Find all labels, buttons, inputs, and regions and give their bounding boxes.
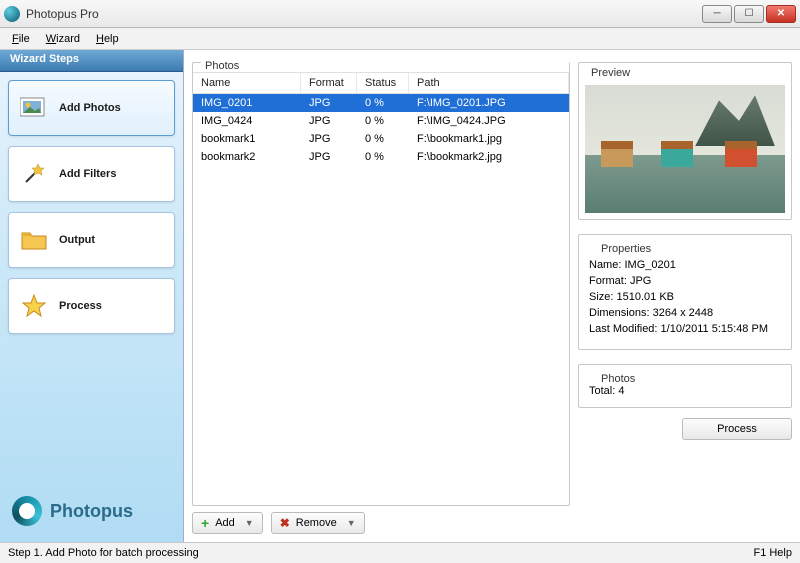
minimize-button[interactable]: ─ <box>702 5 732 23</box>
preview-image <box>585 85 785 213</box>
star-icon <box>19 291 49 321</box>
close-button[interactable]: ✕ <box>766 5 796 23</box>
photos-group: Photos Name Format Status Path IMG_0201 … <box>192 62 570 506</box>
wizard-step-label: Process <box>59 300 102 312</box>
properties-group: Properties Name: IMG_0201 Format: JPG Si… <box>578 234 792 350</box>
chevron-down-icon: ▼ <box>245 518 254 528</box>
prop-format: JPG <box>630 275 651 287</box>
menubar: File Wizard Help <box>0 28 800 50</box>
menu-wizard[interactable]: Wizard <box>40 31 86 47</box>
app-icon <box>4 6 20 22</box>
wizard-step-add-filters[interactable]: Add Filters <box>8 146 175 202</box>
titlebar: Photopus Pro ─ ☐ ✕ <box>0 0 800 28</box>
photos-count-title: Photos <box>597 373 639 385</box>
menu-help[interactable]: Help <box>90 31 125 47</box>
chevron-down-icon: ▼ <box>347 518 356 528</box>
photos-group-title: Photos <box>201 60 569 72</box>
sidebar-header: Wizard Steps <box>0 50 183 72</box>
col-status[interactable]: Status <box>357 73 409 93</box>
table-row[interactable]: IMG_0201 JPG 0 % F:\IMG_0201.JPG <box>193 94 569 112</box>
wizard-step-label: Output <box>59 234 95 246</box>
remove-label: Remove <box>296 517 337 529</box>
brand-icon <box>12 496 42 526</box>
table-row[interactable]: bookmark1 JPG 0 % F:\bookmark1.jpg <box>193 130 569 148</box>
wizard-step-label: Add Filters <box>59 168 116 180</box>
status-help: F1 Help <box>753 547 792 559</box>
process-button[interactable]: Process <box>682 418 792 440</box>
table-header: Name Format Status Path <box>193 72 569 94</box>
prop-dimensions: 3264 x 2448 <box>653 307 714 319</box>
window-title: Photopus Pro <box>26 7 702 21</box>
photos-total: 4 <box>618 385 624 397</box>
sidebar: Wizard Steps Add Photos Add Filters Outp… <box>0 50 184 542</box>
prop-modified: 1/10/2011 5:15:48 PM <box>661 323 768 335</box>
add-button[interactable]: + Add ▼ <box>192 512 263 534</box>
table-row[interactable]: IMG_0424 JPG 0 % F:\IMG_0424.JPG <box>193 112 569 130</box>
menu-file[interactable]: File <box>6 31 36 47</box>
brand: Photopus <box>0 484 183 542</box>
wand-icon <box>19 159 49 189</box>
properties-title: Properties <box>597 243 655 255</box>
col-format[interactable]: Format <box>301 73 357 93</box>
wizard-step-process[interactable]: Process <box>8 278 175 334</box>
prop-name: IMG_0201 <box>624 259 675 271</box>
statusbar: Step 1. Add Photo for batch processing F… <box>0 542 800 563</box>
preview-title: Preview <box>587 67 634 79</box>
folder-icon <box>19 225 49 255</box>
photos-table[interactable]: Name Format Status Path IMG_0201 JPG 0 %… <box>193 72 569 505</box>
wizard-step-label: Add Photos <box>59 102 121 114</box>
col-name[interactable]: Name <box>193 73 301 93</box>
table-row[interactable]: bookmark2 JPG 0 % F:\bookmark2.jpg <box>193 148 569 166</box>
prop-size: 1510.01 KB <box>617 291 675 303</box>
add-label: Add <box>215 517 235 529</box>
photos-count-group: Photos Total: 4 <box>578 364 792 408</box>
brand-text: Photopus <box>50 501 133 522</box>
status-text: Step 1. Add Photo for batch processing <box>8 547 753 559</box>
remove-button[interactable]: ✖ Remove ▼ <box>271 512 365 534</box>
col-path[interactable]: Path <box>409 73 569 93</box>
wizard-step-add-photos[interactable]: Add Photos <box>8 80 175 136</box>
wizard-step-output[interactable]: Output <box>8 212 175 268</box>
x-icon: ✖ <box>280 517 290 529</box>
maximize-button[interactable]: ☐ <box>734 5 764 23</box>
photo-icon <box>19 93 49 123</box>
preview-group: Preview <box>578 62 792 220</box>
plus-icon: + <box>201 516 209 530</box>
